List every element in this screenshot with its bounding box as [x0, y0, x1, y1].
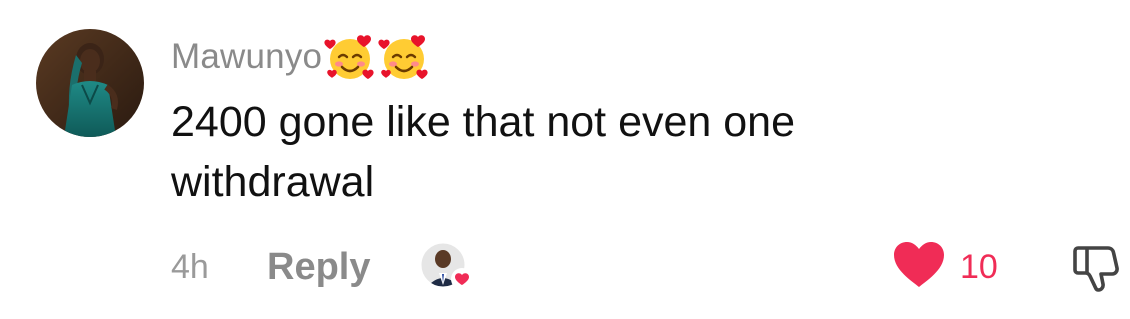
creator-liked-badge	[419, 239, 475, 295]
smiling-face-with-hearts-icon	[378, 31, 430, 83]
avatar[interactable]	[36, 29, 144, 137]
comment-text: 2400 gone like that not even one withdra…	[171, 98, 796, 206]
reply-button[interactable]: Reply	[267, 246, 419, 289]
like-count: 10	[960, 247, 998, 286]
like-button[interactable]: 10	[892, 240, 998, 294]
thumbs-down-icon	[1073, 246, 1119, 292]
comment-meta-row: 4h Reply	[171, 240, 475, 294]
comment-timestamp: 4h	[171, 247, 209, 286]
smiling-face-with-hearts-icon	[324, 31, 376, 83]
username-row: Mawunyo	[171, 30, 430, 84]
heart-icon	[892, 241, 946, 294]
comment-item: Mawunyo 2400 gone like that not even one…	[0, 0, 1130, 319]
dislike-button[interactable]	[1068, 240, 1124, 296]
username[interactable]: Mawunyo	[171, 37, 322, 77]
